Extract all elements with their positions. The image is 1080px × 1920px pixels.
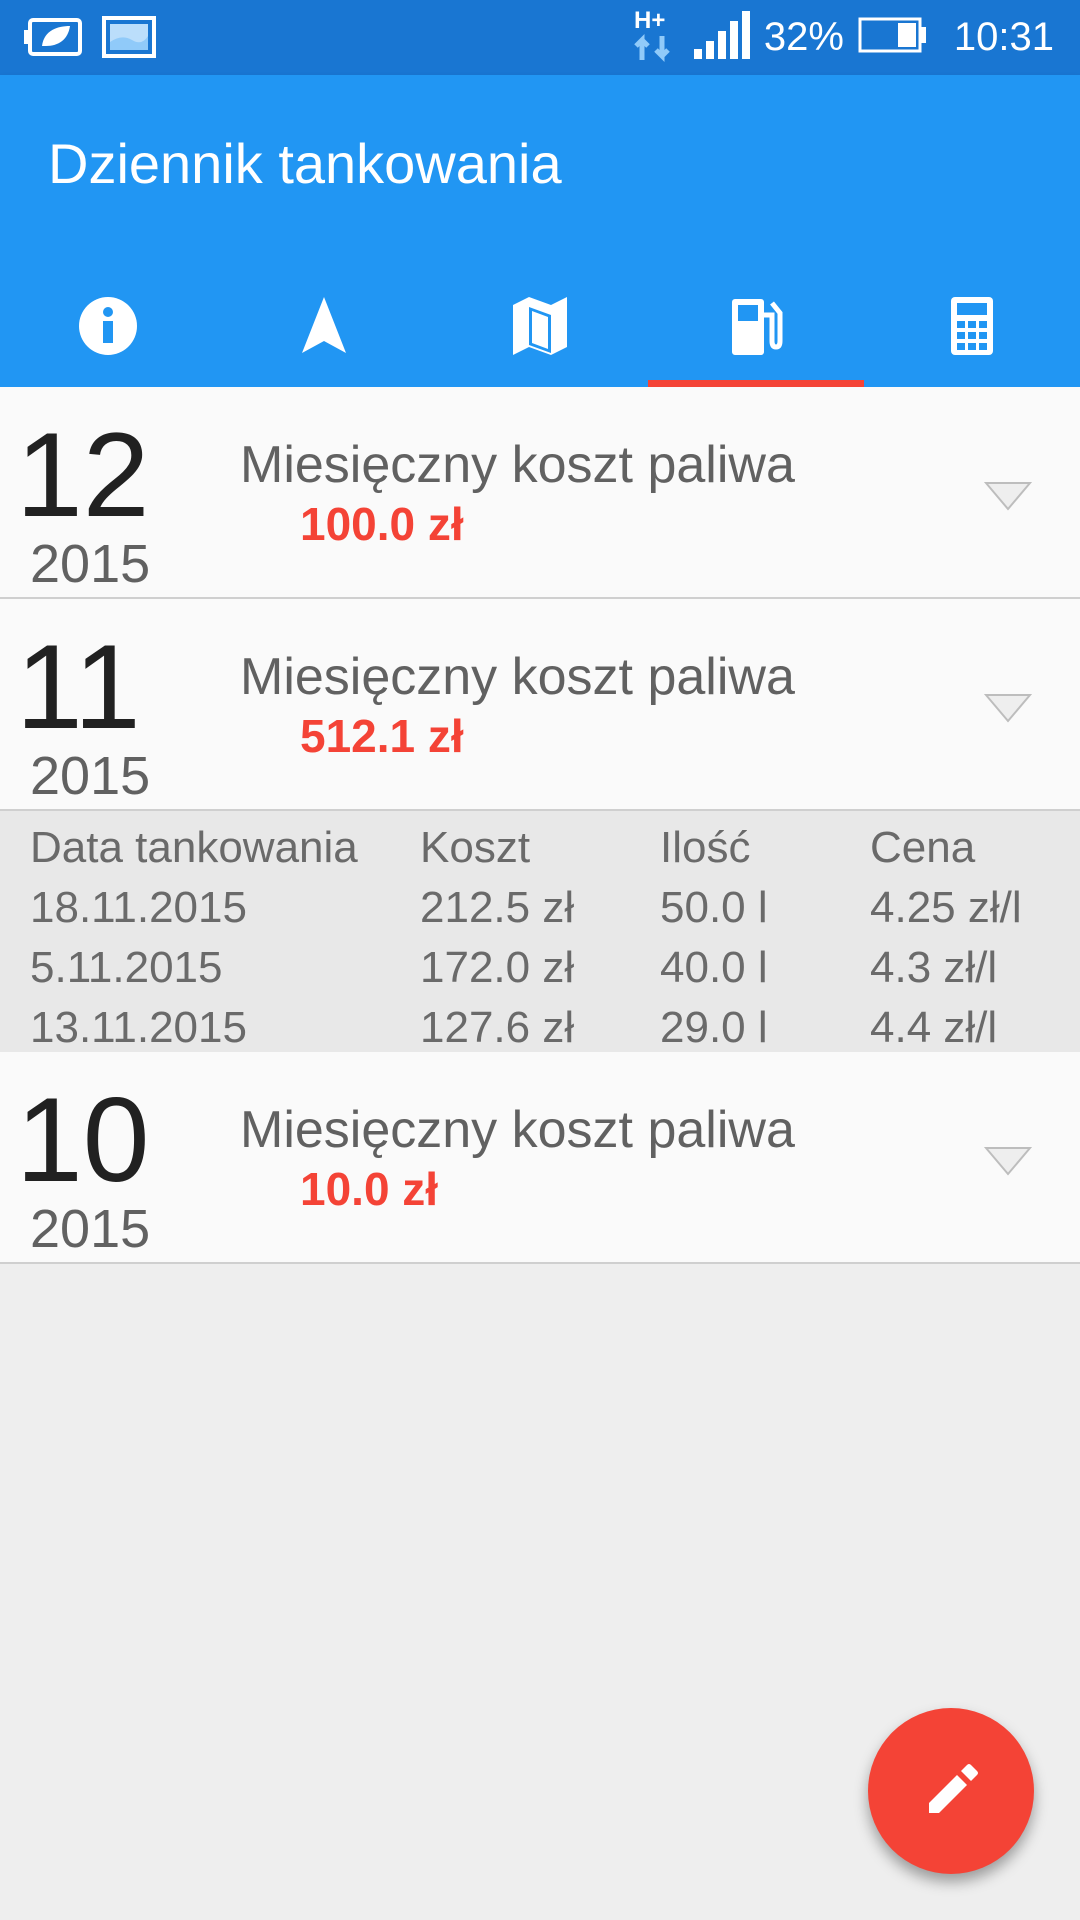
tab-fuel[interactable] — [648, 270, 864, 387]
status-bar: H+ 32% 10:31 — [0, 0, 1080, 75]
refuel-amount: 40.0 l — [660, 943, 768, 992]
month-card-12-2015[interactable]: 12 2015 Miesięczny koszt paliwa 100.0 zł — [0, 387, 1080, 599]
table-row: 18.11.2015 212.5 zł 50.0 l 4.25 zł/l — [0, 879, 1080, 939]
refuel-date: 18.11.2015 — [30, 883, 247, 932]
navigation-icon — [300, 295, 348, 362]
monthly-cost-label: Miesięczny koszt paliwa — [240, 436, 795, 494]
tab-map[interactable] — [432, 270, 648, 387]
header-price: Cena — [870, 823, 976, 872]
refuel-price: 4.3 zł/l — [870, 943, 998, 992]
edit-fab-button[interactable] — [868, 1708, 1034, 1874]
month-year: 2015 — [30, 746, 151, 806]
refuel-cost: 212.5 zł — [420, 883, 575, 932]
tab-bar — [0, 270, 1080, 387]
calculator-icon — [949, 295, 995, 362]
monthly-cost-label: Miesięczny koszt paliwa — [240, 648, 795, 706]
edit-pencil-icon — [921, 1759, 981, 1824]
refuel-amount: 29.0 l — [660, 1003, 768, 1052]
monthly-cost-list: 12 2015 Miesięczny koszt paliwa 100.0 zł… — [0, 387, 1080, 1264]
month-card-10-2015[interactable]: 10 2015 Miesięczny koszt paliwa 10.0 zł — [0, 1052, 1080, 1264]
battery-percent: 32% — [763, 15, 844, 59]
monthly-cost-value: 100.0 zł — [300, 498, 464, 550]
refuel-price: 4.25 zł/l — [870, 883, 1022, 932]
refuel-date: 13.11.2015 — [30, 1003, 247, 1052]
chevron-down-icon[interactable] — [983, 1146, 1033, 1176]
chevron-down-icon[interactable] — [983, 481, 1033, 511]
monthly-cost-value: 512.1 zł — [300, 710, 464, 762]
image-icon — [102, 16, 156, 63]
refuel-price: 4.4 zł/l — [870, 1003, 998, 1052]
chevron-down-icon[interactable] — [983, 693, 1033, 723]
table-header-row: Data tankowania Koszt Ilość Cena — [0, 819, 1080, 879]
header-date: Data tankowania — [30, 823, 358, 872]
tab-calculator[interactable] — [864, 270, 1080, 387]
refuel-cost: 172.0 zł — [420, 943, 575, 992]
monthly-cost-label: Miesięczny koszt paliwa — [240, 1101, 795, 1159]
refuel-cost: 127.6 zł — [420, 1003, 575, 1052]
signal-icon — [692, 11, 750, 64]
month-number: 12 — [16, 408, 150, 542]
tab-info[interactable] — [0, 270, 216, 387]
month-number: 10 — [16, 1073, 150, 1207]
eco-battery-icon — [24, 16, 84, 63]
header-cost: Koszt — [420, 823, 531, 872]
refuel-date: 5.11.2015 — [30, 943, 223, 992]
table-row: 5.11.2015 172.0 zł 40.0 l 4.3 zł/l — [0, 939, 1080, 999]
clock: 10:31 — [953, 15, 1054, 59]
refuel-amount: 50.0 l — [660, 883, 768, 932]
network-type-label: H+ — [634, 7, 665, 34]
month-number: 11 — [16, 620, 141, 754]
table-row: 13.11.2015 127.6 zł 29.0 l 4.4 zł/l — [0, 999, 1080, 1059]
refuel-details-table: Data tankowania Koszt Ilość Cena 18.11.2… — [0, 811, 1080, 1052]
month-card-11-2015[interactable]: 11 2015 Miesięczny koszt paliwa 512.1 zł — [0, 599, 1080, 811]
month-year: 2015 — [30, 1199, 151, 1259]
app-title: Dziennik tankowania — [48, 132, 562, 195]
app-bar: Dziennik tankowania — [0, 75, 1080, 387]
tab-navigation[interactable] — [216, 270, 432, 387]
fuel-pump-icon — [728, 295, 784, 362]
info-icon — [77, 295, 139, 362]
map-icon — [511, 295, 569, 362]
month-year: 2015 — [30, 534, 151, 594]
header-amount: Ilość — [660, 823, 751, 872]
monthly-cost-value: 10.0 zł — [300, 1163, 439, 1215]
data-transfer-icon: H+ — [632, 4, 678, 71]
battery-icon — [858, 17, 928, 58]
